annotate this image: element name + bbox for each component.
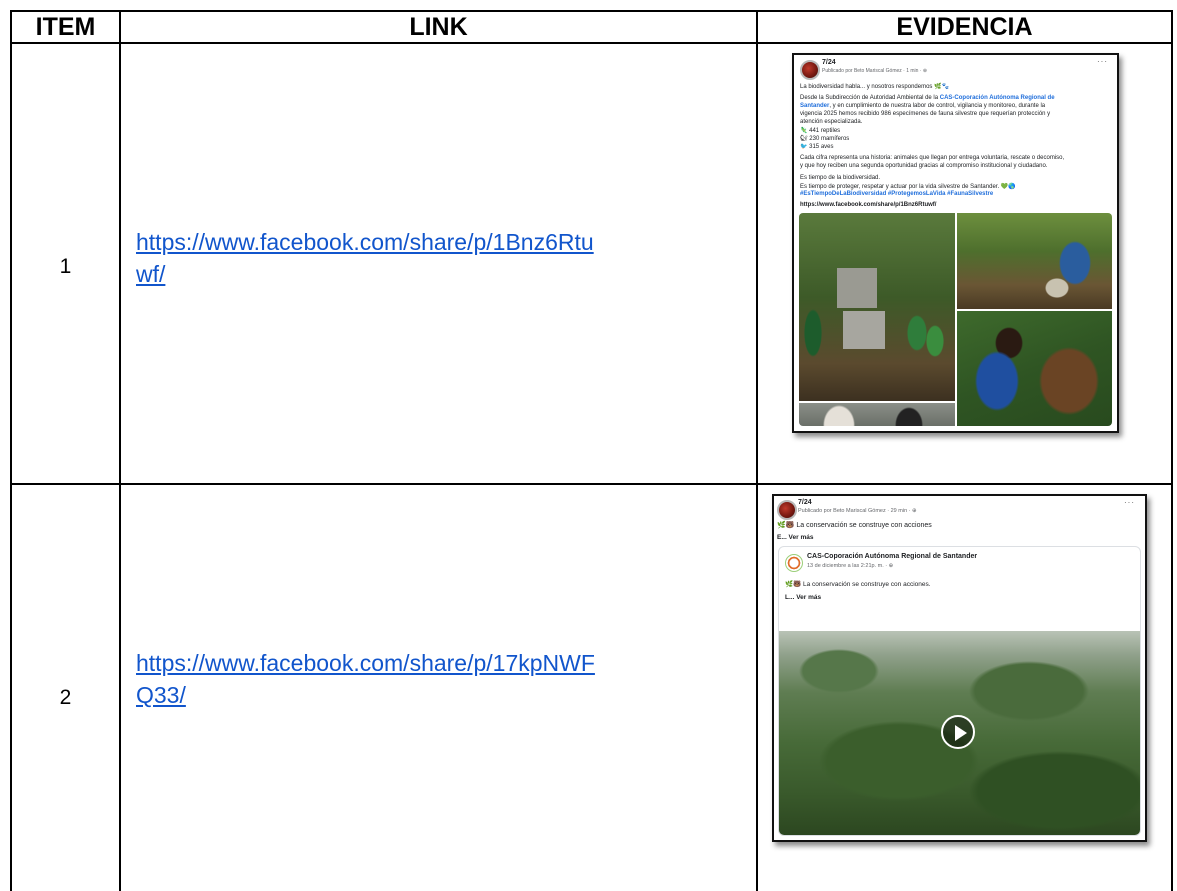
see-more-link[interactable]: E... Ver más: [777, 534, 814, 541]
page-name: 7/24: [822, 59, 836, 66]
header-item: ITEM: [35, 13, 96, 41]
post-mention: Santander: [800, 103, 830, 109]
post-line: vigencia 2025 hemos recibido 986 especím…: [800, 111, 1051, 117]
post-line: 🐦 315 aves: [800, 144, 834, 150]
post-byline: Publicado por Beto Mariscal Gómez · 1 mi…: [822, 68, 927, 74]
post-line: La biodiversidad habla... y nosotros res…: [800, 84, 950, 90]
post-line: Santander, y en cumplimiento de nuestra …: [800, 103, 1045, 109]
row-1-item-number: 1: [59, 255, 72, 278]
row-2-link-line-2[interactable]: Q33/: [136, 679, 736, 711]
post-line: atención especializada.: [800, 119, 863, 125]
shared-post-date: 13 de diciembre a las 2:21p. m. · ⊕: [807, 563, 893, 569]
post-line-text: Desde la Subdirección de Autoridad Ambie…: [800, 95, 939, 101]
row-1-link-line-2[interactable]: wf/: [136, 258, 736, 290]
post-byline: Publicado por Beto Mariscal Gómez · 29 m…: [798, 508, 917, 514]
row-2-link-line-1[interactable]: https://www.facebook.com/share/p/17kpNWF: [136, 647, 736, 679]
post-hashtags: #EsTiempoDeLaBiodiversidad #ProtegemosLa…: [800, 191, 994, 197]
post-line: Cada cifra representa una historia: anim…: [800, 155, 1065, 161]
header-link: LINK: [409, 13, 468, 41]
table-header-divider: [10, 42, 1173, 44]
photo-group: [799, 403, 955, 426]
photo-rescue-crates: [799, 213, 955, 401]
row-1-link-line-1[interactable]: https://www.facebook.com/share/p/1Bnz6Rt…: [136, 226, 736, 258]
globe-icon: ⊕: [888, 563, 894, 569]
post-line: Es tiempo de la biodiversidad.: [800, 175, 881, 181]
post-mention: CAS-Coporación Autónoma Regional de: [939, 95, 1055, 101]
play-icon: [955, 725, 967, 741]
table-row-divider: [10, 483, 1173, 485]
post-line: 🐿 230 mamíferos: [800, 136, 850, 142]
table-col-divider-2: [756, 10, 758, 891]
post-byline-text: Publicado por Beto Mariscal Gómez · 1 mi…: [822, 68, 923, 74]
shared-post-text: 🌿🐻 La conservación se construye con acci…: [785, 581, 931, 588]
post-byline-text: Publicado por Beto Mariscal Gómez · 29 m…: [798, 508, 913, 514]
row-2-link[interactable]: https://www.facebook.com/share/p/17kpNWF…: [136, 647, 736, 711]
row-2-item-number: 2: [59, 686, 72, 709]
photo-animal-care: [957, 311, 1112, 426]
table-col-divider-1: [119, 10, 121, 891]
shared-post: CAS-Coporación Autónoma Regional de Sant…: [778, 546, 1141, 836]
table-border-top: [10, 10, 1173, 12]
evidence-screenshot-2: 7/24 Publicado por Beto Mariscal Gómez ·…: [772, 494, 1147, 842]
more-options-icon: ···: [1124, 498, 1135, 507]
shared-post-date-text: 13 de diciembre a las 2:21p. m. ·: [807, 563, 889, 569]
post-line-text: , y en cumplimiento de nuestra labor de …: [829, 103, 1046, 109]
photo-planting: [957, 213, 1112, 309]
header-evidence: EVIDENCIA: [896, 13, 1033, 41]
post-line: y que hoy reciben una segunda oportunida…: [800, 163, 1048, 169]
post-line: Es tiempo de proteger, respetar y actuar…: [800, 184, 1016, 190]
globe-icon: ⊕: [912, 508, 917, 514]
play-button[interactable]: [941, 715, 975, 749]
page-avatar: [777, 500, 797, 520]
post-text: 🌿🐻 La conservación se construye con acci…: [777, 522, 932, 529]
more-options-icon: ···: [1097, 57, 1108, 66]
post-line: Desde la Subdirección de Autoridad Ambie…: [800, 95, 1055, 101]
page-name: 7/24: [798, 499, 812, 506]
post-url: https://www.facebook.com/share/p/1Bnz6Rt…: [800, 202, 937, 208]
page-avatar: [800, 60, 820, 80]
row-1-link[interactable]: https://www.facebook.com/share/p/1Bnz6Rt…: [136, 226, 736, 290]
globe-icon: ⊕: [922, 68, 928, 74]
video-thumbnail[interactable]: [779, 631, 1140, 835]
table-border-left: [10, 10, 12, 891]
table-border-right: [1171, 10, 1173, 891]
evidence-screenshot-1: 7/24 Publicado por Beto Mariscal Gómez ·…: [792, 53, 1119, 433]
shared-see-more-link[interactable]: L... Ver más: [785, 594, 821, 601]
post-line: 🦎 441 reptiles: [800, 128, 841, 134]
shared-page-name: CAS-Coporación Autónoma Regional de Sant…: [807, 553, 978, 560]
shared-page-logo: [785, 554, 803, 572]
